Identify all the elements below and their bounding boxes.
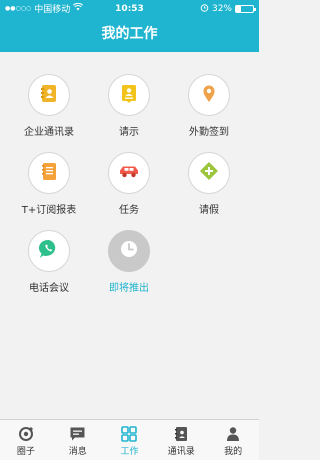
tab-circle[interactable]: 圈子 [0,420,52,460]
tile-icon-circle [188,74,230,116]
page-title: 我的工作 [101,26,158,42]
tile-task[interactable]: 任务 [86,152,172,216]
tile-icon-circle [108,152,150,194]
message-icon [69,426,87,442]
tile-tplus-report[interactable]: T+订阅报表 [6,152,92,216]
tile-enterprise-contacts[interactable]: 企业通讯录 [6,74,92,138]
tab-messages[interactable]: 消息 [52,420,104,460]
tile-field-checkin[interactable]: 外勤签到 [166,74,252,138]
battery-fill [236,5,242,12]
tile-icon-circle [28,74,70,116]
tab-label: 圈子 [16,446,35,457]
contacts-book-icon [38,82,60,108]
tile-leave[interactable]: 请假 [166,152,252,216]
tile-request[interactable]: 请示 [86,74,172,138]
tile-label: 外勤签到 [189,127,229,138]
status-right: 32% [200,3,256,15]
tile-icon-circle [28,230,70,272]
wifi-icon [73,2,84,14]
tab-label: 通讯录 [167,446,195,457]
tile-icon-circle [188,152,230,194]
bottom-tab-bar: 圈子 消息 工作 通讯录 我的 [0,419,259,460]
leave-plus-icon [198,160,220,186]
report-doc-icon [38,160,60,186]
tile-label: 企业通讯录 [24,127,74,138]
tile-coming-soon[interactable]: 即将推出 [86,230,172,294]
tile-label: 请假 [199,205,219,216]
carrier-label: 中国移动 [34,5,71,15]
tile-label: 电话会议 [29,283,69,294]
tile-phone-conference[interactable]: 电话会议 [6,230,92,294]
work-grid-icon [120,425,138,442]
circle-icon [17,426,35,442]
tile-icon-circle [28,152,70,194]
tile-icon-circle [108,230,150,272]
battery-icon [235,4,256,13]
tile-label: 请示 [119,127,139,138]
clock-icon [118,238,140,264]
person-icon [224,426,242,442]
alarm-icon [200,3,209,15]
tab-label: 我的 [224,446,243,457]
location-pin-icon [198,82,220,108]
tab-label: 消息 [68,446,87,457]
tile-label: 任务 [119,205,139,216]
tile-label: T+订阅报表 [21,205,77,216]
tile-icon-circle [108,74,150,116]
signal-strength-icon: ●●○○○ [5,5,32,12]
request-doc-icon [118,82,140,108]
status-left: ●●○○○ 中国移动 [5,2,84,15]
tab-me[interactable]: 我的 [207,420,259,460]
car-icon [116,160,142,186]
status-bar: ●●○○○ 中国移动 10:53 32% [0,0,259,17]
tile-label: 即将推出 [109,283,149,294]
tab-label: 工作 [120,446,139,457]
tab-work[interactable]: 工作 [104,420,156,460]
app-header: ●●○○○ 中国移动 10:53 32% 我的工作 [0,0,259,52]
battery-percent: 32% [211,3,232,14]
tab-address-book[interactable]: 通讯录 [155,420,207,460]
address-book-icon [172,426,190,442]
phone-chat-icon [37,238,61,264]
